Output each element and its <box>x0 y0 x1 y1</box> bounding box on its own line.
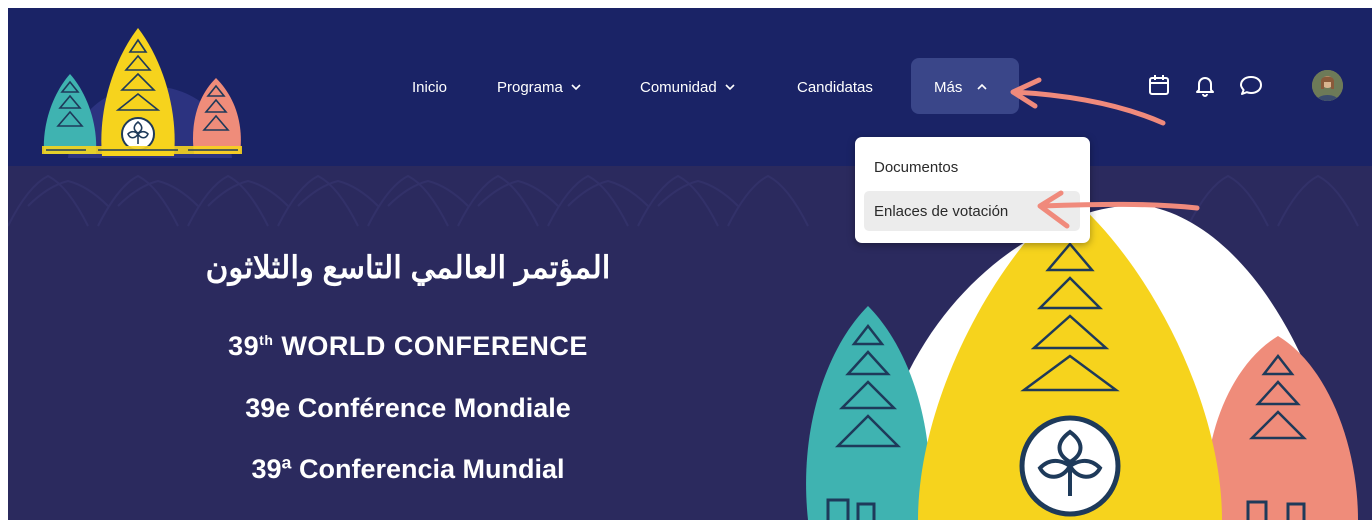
nav-label: Más <box>934 78 963 96</box>
logo-yellow-tower <box>101 28 175 156</box>
user-photo <box>1312 70 1343 101</box>
hero-en-ordinal: th <box>259 332 274 348</box>
dropdown-item-enlaces-de-votacion[interactable]: Enlaces de votación <box>864 191 1080 231</box>
nav-item-inicio[interactable]: Inicio <box>412 8 447 166</box>
site-logo[interactable] <box>38 22 262 158</box>
dropdown-item-documentos[interactable]: Documentos <box>864 147 1080 187</box>
hero-banner: المؤتمر العالمي التاسع والثلاثون 39th WO… <box>8 166 1372 520</box>
chevron-down-icon <box>725 84 735 91</box>
nav-label: Comunidad <box>640 78 717 96</box>
top-navbar: Inicio Programa Comunidad Candidatas Más <box>8 8 1372 166</box>
hero-title-french: 39e Conférence Mondiale <box>245 393 571 423</box>
logo-teal-tower <box>43 74 97 154</box>
artwork-teal-tower <box>806 306 930 520</box>
nav-label: Candidatas <box>797 78 873 96</box>
chevron-up-icon <box>977 83 987 90</box>
page-frame: Inicio Programa Comunidad Candidatas Más <box>8 8 1372 520</box>
nav-label: Programa <box>497 78 563 96</box>
nav-label: Inicio <box>412 78 448 96</box>
hero-title-english: 39th WORLD CONFERENCE <box>98 331 718 362</box>
nav-item-programa[interactable]: Programa <box>497 8 582 166</box>
chevron-down-icon <box>571 84 581 91</box>
bell-icon[interactable] <box>1191 71 1219 99</box>
nav-item-comunidad[interactable]: Comunidad <box>640 8 736 166</box>
hero-title-arabic: المؤتمر العالمي التاسع والثلاثون <box>205 250 611 285</box>
hero-en-text: WORLD CONFERENCE <box>273 331 588 361</box>
logo-salmon-tower <box>192 78 241 154</box>
mas-dropdown-menu: Documentos Enlaces de votación <box>855 137 1090 243</box>
avatar[interactable] <box>1312 70 1343 101</box>
calendar-icon[interactable] <box>1145 71 1173 99</box>
hero-en-number: 39 <box>228 331 260 361</box>
hero-title-spanish: 39ª Conferencia Mundial <box>251 454 565 484</box>
chat-bubble-icon[interactable] <box>1237 71 1265 99</box>
